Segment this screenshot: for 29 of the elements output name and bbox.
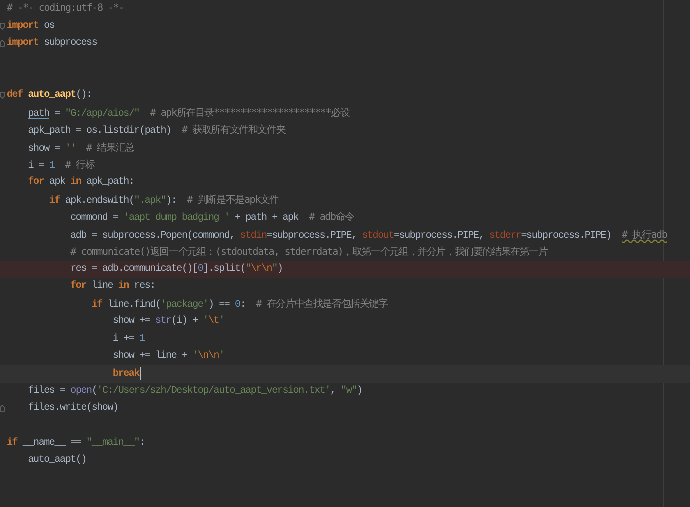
code-line: auto_aapt() (28, 455, 87, 466)
code-line: i = 1 # 行标 (28, 158, 95, 172)
code-line: commond = 'aapt dump badging ' + path + apk # adb命令 (70, 211, 354, 224)
code-line: show += str(i) + '\t' (113, 316, 224, 328)
code-line: res = adb.communicate()[0].split("\r\n") (70, 264, 283, 276)
code-line: def auto_aapt(): (7, 90, 92, 102)
fold-icon[interactable] (0, 40, 5, 47)
code-editor[interactable] (0, 0, 690, 507)
code-line: apk_path = os.listdir(path) # 获取所有文件和文件夹 (28, 124, 286, 138)
code-line: show += line + '\n\n' (113, 351, 224, 362)
code-line: if __name__ == "__main__": (7, 438, 145, 449)
code-line: path = "G:/app/aios/" # apk所在目录**********************必设 (28, 106, 350, 120)
code-line: import os (7, 20, 55, 32)
code-line: i += 1 (113, 334, 145, 345)
code-line: if line.find('package') == 0: # 在分片中查找是否包括关键字 (92, 298, 388, 312)
fold-icon[interactable] (0, 92, 5, 100)
code-line: files = open('C:/Users/szh/Desktop/auto_aapt_version.txt', "w") (28, 386, 362, 397)
code-line: # communicate()返回一个元组：(stdoutdata, stderrdata)，取第一个元组，并分片，我们要的结果在第一片 (70, 246, 548, 260)
fold-icon[interactable] (0, 405, 5, 412)
code-line: files.write(show) (28, 403, 118, 414)
code-line: # -*- coding:utf-8 -*- (7, 2, 124, 15)
code-line: break (113, 367, 141, 380)
code-line: adb = subprocess.Popen(commond, stdin=subprocess.PIPE, stdout=subprocess.PIPE, stderr=subprocess.PIPE) # 执行adb (70, 228, 668, 242)
code-line: show = '' # 结果汇总 (28, 142, 134, 155)
code-line: import subprocess (7, 38, 98, 49)
code-line: for line in res: (70, 281, 156, 292)
fold-icon[interactable] (0, 22, 5, 30)
code-line: for apk in apk_path: (28, 177, 134, 188)
code-line: if apk.endswith(".apk"): # 判断是不是apk文件 (49, 194, 279, 207)
